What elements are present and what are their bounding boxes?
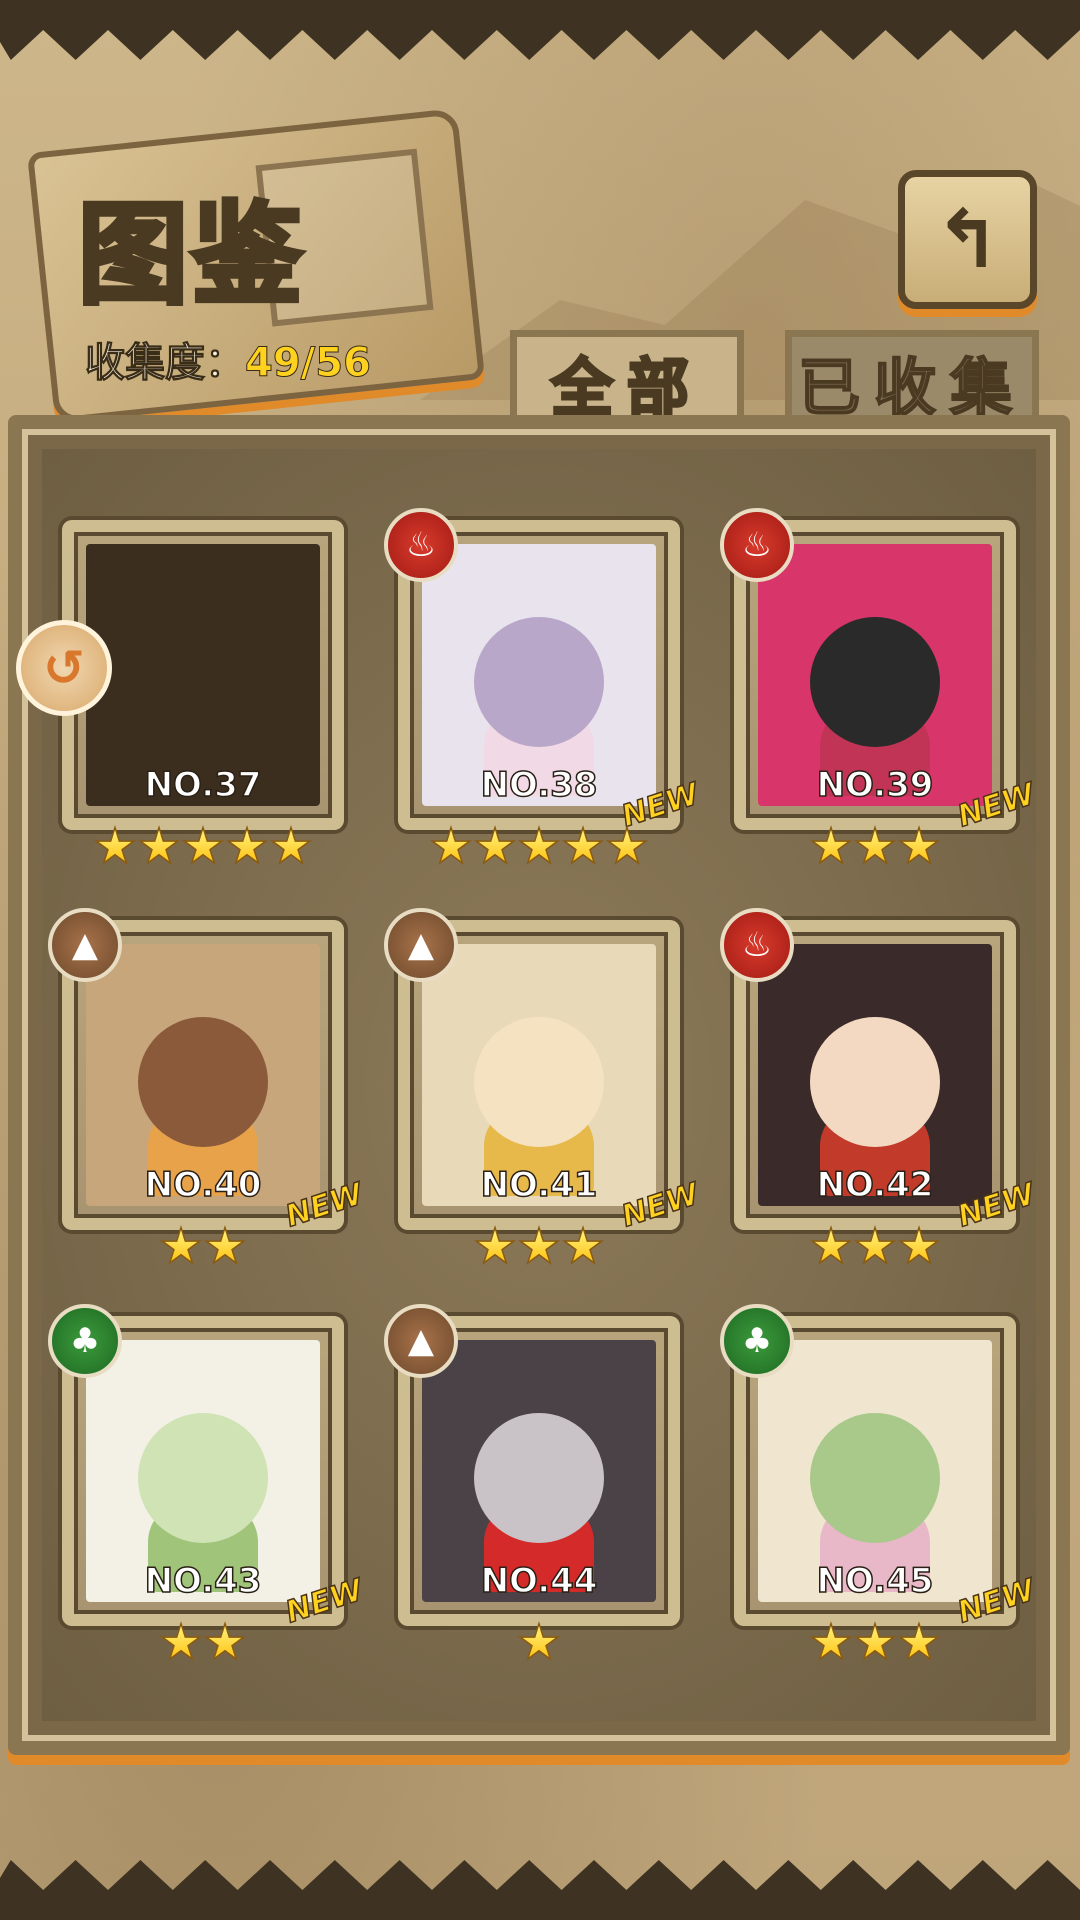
monster-card[interactable]: NO.42 NEW ♨ xyxy=(720,908,1040,1280)
scroll-left-arrow[interactable]: ↺ xyxy=(16,620,112,716)
star-rating xyxy=(384,825,694,869)
star-icon xyxy=(225,825,269,866)
wood-element-icon: ♣ xyxy=(720,1304,794,1378)
earth-element-icon: ▲ xyxy=(48,908,122,982)
portrait-head xyxy=(810,1017,940,1148)
star-icon xyxy=(809,1621,853,1662)
star-icon xyxy=(93,825,137,866)
star-icon xyxy=(897,1225,941,1266)
fire-element-icon: ♨ xyxy=(720,508,794,582)
star-icon xyxy=(159,1621,203,1662)
monster-card[interactable]: NO.39 NEW ♨ xyxy=(720,508,1040,880)
wood-element-icon: ♣ xyxy=(48,1304,122,1378)
monster-card[interactable]: NO.38 NEW ♨ xyxy=(384,508,704,880)
star-rating xyxy=(720,1225,1030,1269)
collection-value: 49/56 xyxy=(245,340,372,387)
star-icon xyxy=(159,1225,203,1266)
portrait-head xyxy=(138,1017,268,1148)
fire-element-icon: ♨ xyxy=(384,508,458,582)
star-icon xyxy=(809,825,853,866)
star-icon xyxy=(561,825,605,866)
star-icon xyxy=(809,1225,853,1266)
collection-label: 收集度： xyxy=(85,340,246,387)
portrait-head xyxy=(138,1413,268,1544)
star-icon xyxy=(517,1225,561,1266)
star-icon xyxy=(269,825,313,866)
monster-card[interactable]: NO.45 NEW ♣ xyxy=(720,1304,1040,1676)
star-rating xyxy=(48,1621,358,1665)
tab-collected[interactable]: 已收集 xyxy=(785,330,1039,427)
star-icon xyxy=(561,1225,605,1266)
star-icon xyxy=(605,825,649,866)
tab-all[interactable]: 全部 xyxy=(510,330,744,427)
return-arrow-icon: ↰ xyxy=(933,193,1002,286)
portrait-head xyxy=(474,1017,604,1148)
star-icon xyxy=(473,1225,517,1266)
star-icon xyxy=(853,825,897,866)
chevron-left-icon: ↺ xyxy=(43,639,85,697)
earth-element-icon: ▲ xyxy=(384,908,458,982)
collection-progress: 收集度：49/56 xyxy=(85,330,372,388)
star-icon xyxy=(203,1225,247,1266)
star-icon xyxy=(517,825,561,866)
star-icon xyxy=(137,825,181,866)
star-icon xyxy=(853,1621,897,1662)
star-rating xyxy=(720,825,1030,869)
card-number: NO.37 xyxy=(144,764,262,806)
star-icon xyxy=(203,1621,247,1662)
fire-element-icon: ♨ xyxy=(720,908,794,982)
star-icon xyxy=(517,1621,561,1662)
star-rating xyxy=(48,825,358,869)
portrait-head xyxy=(474,617,604,748)
portrait-head xyxy=(810,1413,940,1544)
star-icon xyxy=(429,825,473,866)
star-rating xyxy=(48,1225,358,1269)
star-icon xyxy=(897,825,941,866)
card-number: NO.44 xyxy=(480,1560,598,1602)
star-rating xyxy=(384,1621,694,1665)
portrait-head xyxy=(810,617,940,748)
earth-element-icon: ▲ xyxy=(384,1304,458,1378)
star-icon xyxy=(897,1621,941,1662)
star-icon xyxy=(853,1225,897,1266)
star-rating xyxy=(384,1225,694,1269)
monster-card[interactable]: NO.43 NEW ♣ xyxy=(48,1304,368,1676)
page-title: 图鉴 xyxy=(76,188,306,322)
star-rating xyxy=(720,1621,1030,1665)
star-icon xyxy=(181,825,225,866)
star-icon xyxy=(473,825,517,866)
monster-card[interactable]: NO.41 NEW ▲ xyxy=(384,908,704,1280)
portrait-head xyxy=(474,1413,604,1544)
monster-card[interactable]: NO.44 ▲ xyxy=(384,1304,694,1676)
monster-card[interactable]: NO.40 NEW ▲ xyxy=(48,908,368,1280)
back-button[interactable]: ↰ xyxy=(898,170,1037,309)
